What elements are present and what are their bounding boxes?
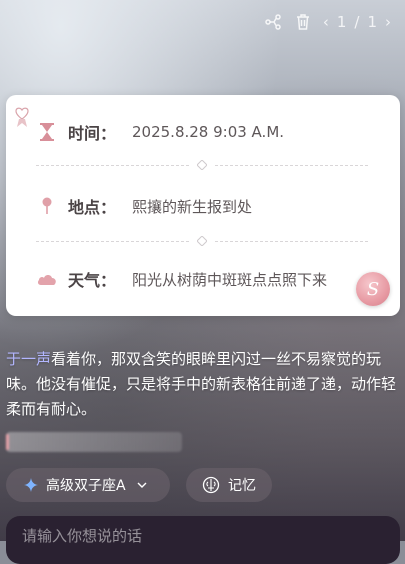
diamond-ornament-icon: [197, 160, 207, 170]
weather-row: 天气： 阳光从树荫中斑斑点点照下来: [36, 264, 380, 294]
story-text: 看着你，那双含笑的眼眸里闪过一丝不易察觉的玩味。他没有催促，只是将手中的新表格往…: [6, 350, 397, 418]
blurred-message-preview: [6, 432, 182, 452]
weather-value: 阳光从树荫中斑斑点点照下来: [132, 270, 328, 289]
trash-icon[interactable]: [293, 12, 313, 32]
memory-button[interactable]: 记忆: [186, 468, 272, 502]
gemini-icon: [24, 478, 38, 492]
page-total: 1: [367, 13, 377, 31]
time-label: 时间：: [68, 124, 117, 143]
message-input[interactable]: [20, 526, 386, 546]
story-message: 于一声看着你，那双含笑的眼眸里闪过一丝不易察觉的玩味。他没有催促，只是将手中的新…: [6, 347, 398, 422]
divider: [36, 235, 368, 247]
divider: [36, 159, 368, 171]
diamond-ornament-icon: [197, 236, 207, 246]
model-label: 高级双子座A: [46, 478, 126, 494]
page-current: 1: [336, 13, 347, 31]
chevron-right-icon[interactable]: ›: [385, 13, 391, 31]
pager: ‹ 1 / 1 ›: [323, 13, 391, 31]
chevron-left-icon[interactable]: ‹: [323, 13, 329, 31]
memory-label: 记忆: [228, 478, 256, 494]
location-label: 地点：: [68, 198, 117, 217]
weather-label: 天气：: [68, 271, 117, 290]
time-value: 2025.8.28 9:03 A.M.: [132, 123, 285, 141]
chevron-down-icon: [137, 482, 147, 488]
model-selector[interactable]: 高级双子座A: [6, 468, 170, 502]
top-toolbar: ‹ 1 / 1 ›: [263, 10, 391, 34]
ribbon-badge-icon: [12, 105, 34, 129]
time-row: 时间： 2025.8.28 9:03 A.M.: [36, 117, 380, 147]
scene-info-card: 时间： 2025.8.28 9:03 A.M. 地点： 熙攘的新生报到处 天气：…: [6, 95, 400, 316]
location-row: 地点： 熙攘的新生报到处: [36, 191, 380, 221]
pin-icon: [36, 195, 58, 217]
character-name[interactable]: 于一声: [6, 350, 51, 368]
branch-icon[interactable]: [263, 12, 283, 32]
page-separator: /: [354, 13, 360, 31]
location-value: 熙攘的新生报到处: [132, 197, 253, 216]
message-input-bar: [6, 516, 400, 564]
hourglass-icon: [36, 121, 58, 143]
brain-icon: [202, 476, 220, 494]
character-avatar[interactable]: S: [356, 272, 390, 306]
cloud-icon: [36, 268, 58, 290]
